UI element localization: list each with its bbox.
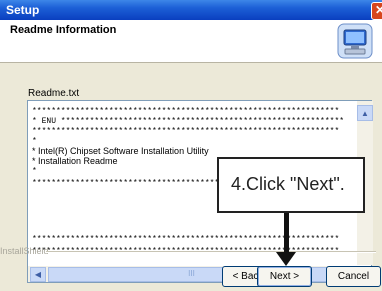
footer-divider: [46, 251, 376, 253]
setup-window: Setup ✕ Readme Information Readme.txt **…: [0, 0, 382, 291]
header-panel: Readme Information: [0, 20, 382, 63]
readme-line: * Intel(R) Chipset Software Installation…: [32, 146, 209, 156]
readme-line: ****************************************…: [32, 235, 340, 244]
readme-file-label: Readme.txt: [28, 88, 80, 99]
installshield-brand: InstallShield: [0, 246, 49, 256]
readme-line: *: [32, 167, 37, 176]
arrow-down-icon: [284, 213, 289, 253]
page-title: Readme Information: [10, 24, 117, 36]
close-button[interactable]: ✕: [371, 2, 382, 20]
window-title: Setup: [6, 3, 40, 17]
next-button[interactable]: Next >: [257, 266, 312, 287]
readme-line: * ENU **********************************…: [32, 117, 345, 126]
readme-line: * Installation Readme: [32, 156, 118, 166]
title-bar: Setup ✕: [0, 0, 382, 20]
arrow-head-icon: [276, 252, 296, 266]
readme-line: *: [32, 137, 37, 146]
cancel-button[interactable]: Cancel: [326, 266, 381, 287]
scroll-up-button[interactable]: ▲: [357, 105, 373, 121]
setup-computer-icon: [337, 23, 373, 59]
readme-line: ****************************************…: [32, 127, 340, 136]
scroll-left-button[interactable]: ◀: [30, 267, 46, 282]
instruction-callout: 4.Click "Next".: [217, 157, 365, 213]
readme-line: ****************************************…: [32, 107, 340, 116]
callout-text: 4.Click "Next".: [231, 174, 345, 194]
